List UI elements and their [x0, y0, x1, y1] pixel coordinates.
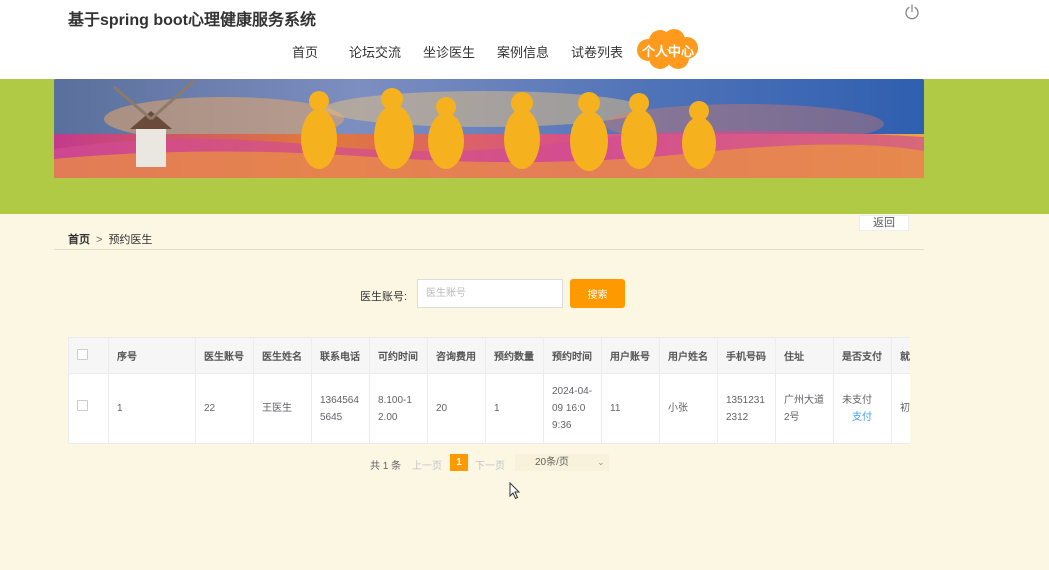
- select-all-checkbox[interactable]: [68, 337, 109, 374]
- doctor-account-search-input[interactable]: [417, 279, 563, 308]
- breadcrumb-home[interactable]: 首页: [68, 234, 90, 246]
- cell-user-account: 11: [601, 373, 660, 444]
- breadcrumb-current: 预约医生: [108, 234, 153, 246]
- pagination-next-button[interactable]: 下一页: [475, 457, 505, 472]
- nav-doctors[interactable]: 坐诊医生: [423, 42, 475, 61]
- col-header: 联系电话: [311, 337, 370, 374]
- nav-exams[interactable]: 试卷列表: [571, 42, 623, 61]
- search-label: 医生账号:: [360, 291, 408, 303]
- col-header: 用户账号: [601, 337, 660, 374]
- pagination: 共 1 条 上一页 1 下一页 20条/页 ⌄: [0, 454, 1049, 474]
- back-button[interactable]: 返回: [859, 215, 909, 231]
- col-header: 预约数量: [485, 337, 544, 374]
- top-header: 基于spring boot心理健康服务系统 首页 论坛交流 坐诊医生 案例信息 …: [0, 0, 1049, 79]
- cell-mobile: 13512312312: [717, 373, 776, 444]
- pagination-page-1[interactable]: 1: [450, 454, 468, 471]
- col-header: 序号: [108, 337, 196, 374]
- cell-index: 1: [108, 373, 196, 444]
- nav-personal-center-label: 个人中心: [641, 44, 694, 59]
- cell-fee: 20: [427, 373, 486, 444]
- pay-link[interactable]: 支付: [842, 409, 883, 426]
- nav-forum[interactable]: 论坛交流: [349, 42, 401, 61]
- col-header: 用户姓名: [659, 337, 718, 374]
- table-header-row: 序号 医生账号 医生姓名 联系电话 可约时间 咨询费用 预约数量 预约时间 用户…: [68, 337, 910, 374]
- breadcrumb-separator: >: [96, 234, 103, 246]
- mouse-cursor-icon: [509, 482, 521, 500]
- search-button[interactable]: 搜索: [570, 279, 625, 308]
- nav-home[interactable]: 首页: [292, 42, 318, 61]
- page-size-select[interactable]: 20条/页 ⌄: [515, 454, 609, 471]
- cell-paid-status: 未支付 支付: [833, 373, 892, 444]
- cell-extra: 初: [891, 373, 910, 444]
- divider: [54, 249, 924, 250]
- nav-cases[interactable]: 案例信息: [497, 42, 549, 61]
- col-header: 住址: [775, 337, 834, 374]
- col-header: 咨询费用: [427, 337, 486, 374]
- banner-image: [54, 79, 924, 178]
- paid-status-text: 未支付: [842, 394, 872, 406]
- cell-quantity: 1: [485, 373, 544, 444]
- col-header: 可约时间: [369, 337, 428, 374]
- table-row: 1 22 王医生 13645645645 8.100-12.00 20 1 20…: [68, 373, 910, 444]
- cell-doctor-account: 22: [195, 373, 254, 444]
- cell-address: 广州大道2号: [775, 373, 834, 444]
- row-checkbox[interactable]: [68, 373, 109, 444]
- chevron-down-icon: ⌄: [597, 457, 605, 467]
- page-size-value: 20条/页: [535, 457, 569, 468]
- nav-personal-center[interactable]: 个人中心: [636, 28, 700, 70]
- col-header: 是否支付: [833, 337, 892, 374]
- pagination-total: 共 1 条: [370, 461, 402, 472]
- cell-doctor-name: 王医生: [253, 373, 312, 444]
- cell-user-name: 小张: [659, 373, 718, 444]
- pagination-prev-button[interactable]: 上一页: [412, 457, 442, 472]
- breadcrumb: 首页 > 预约医生: [68, 231, 152, 247]
- cell-phone: 13645645645: [311, 373, 370, 444]
- col-header: 预约时间: [543, 337, 602, 374]
- cell-appointment-time: 2024-04-09 16:09:36: [543, 373, 602, 444]
- col-header: 医生姓名: [253, 337, 312, 374]
- appointments-table: 序号 医生账号 医生姓名 联系电话 可约时间 咨询费用 预约数量 预约时间 用户…: [68, 337, 910, 444]
- col-header: 医生账号: [195, 337, 254, 374]
- cell-available-time: 8.100-12.00: [369, 373, 428, 444]
- col-header: 手机号码: [717, 337, 776, 374]
- main-nav: 首页 论坛交流 坐诊医生 案例信息 试卷列表: [0, 38, 1049, 62]
- col-header: 就: [891, 337, 910, 374]
- power-icon[interactable]: [904, 4, 920, 20]
- site-title: 基于spring boot心理健康服务系统: [68, 12, 316, 29]
